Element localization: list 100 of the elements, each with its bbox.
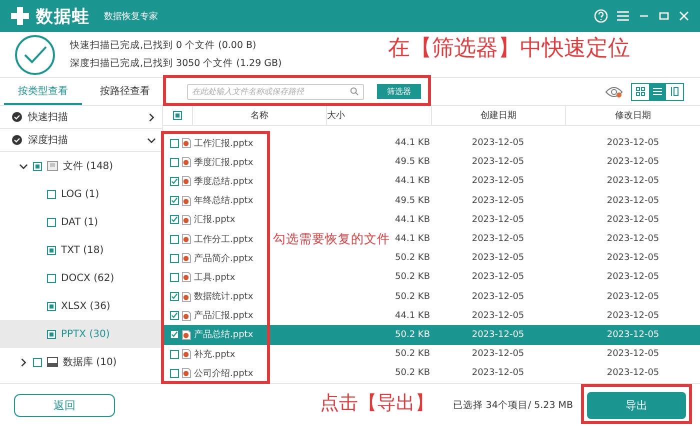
presentation-file-icon xyxy=(182,138,191,148)
file-size: 50.2 KB xyxy=(394,253,430,264)
tree-item[interactable]: LOG (1) xyxy=(0,180,162,208)
checkbox[interactable] xyxy=(170,311,179,320)
presentation-file-icon xyxy=(182,214,191,225)
modified-date: 2023-12-05 xyxy=(606,157,660,168)
checkbox[interactable] xyxy=(170,158,179,167)
close-icon[interactable] xyxy=(678,10,690,22)
tree-label: DAT (1) xyxy=(61,216,98,228)
modified-date: 2023-12-05 xyxy=(606,253,660,264)
checkbox[interactable] xyxy=(170,292,179,302)
modified-date: 2023-12-05 xyxy=(606,310,660,321)
file-name: 工作分工.pptx xyxy=(194,234,254,246)
created-date: 2023-12-05 xyxy=(470,272,526,282)
file-name: 汇报.pptx xyxy=(194,214,236,226)
file-name: 季度汇报.pptx xyxy=(194,156,254,169)
tree-label: LOG (1) xyxy=(61,188,100,200)
file-name: 产品汇报.pptx xyxy=(194,310,254,322)
checkbox[interactable] xyxy=(33,162,42,170)
checkbox[interactable] xyxy=(47,246,56,254)
checkbox[interactable] xyxy=(170,350,179,359)
collapse-icon[interactable] xyxy=(19,162,28,170)
help-icon[interactable] xyxy=(594,9,608,23)
scan-status-text: 快速扫描已完成,已找到 0 个文件 (0.00 B) xyxy=(70,39,258,52)
expand-icon[interactable] xyxy=(19,358,28,366)
presentation-file-icon xyxy=(182,368,191,378)
file-name: 工具.pptx xyxy=(194,272,236,284)
created-date: 2023-12-05 xyxy=(470,330,526,340)
checkbox[interactable] xyxy=(170,138,179,148)
modified-date: 2023-12-05 xyxy=(606,330,660,340)
tree-item[interactable]: XLSX (36) xyxy=(0,292,162,320)
eye-icon[interactable] xyxy=(605,86,623,98)
menu-icon[interactable] xyxy=(616,10,630,22)
tree-label: XLSX (36) xyxy=(61,300,110,312)
view-tab[interactable]: 按路径查看 xyxy=(86,78,164,105)
file-size: 50.2 KB xyxy=(394,330,430,340)
column-header[interactable]: 修改日期 xyxy=(566,106,700,125)
tree-item[interactable]: DAT (1) xyxy=(0,208,162,236)
checkbox[interactable] xyxy=(47,218,56,226)
select-all-checkbox[interactable] xyxy=(173,110,182,120)
checkbox[interactable] xyxy=(170,330,179,340)
scan-item[interactable]: 深度扫描 xyxy=(0,129,162,152)
presentation-file-icon xyxy=(182,349,191,360)
view-tab[interactable]: 按类型查看 xyxy=(4,78,82,105)
checkbox[interactable] xyxy=(170,234,179,244)
view-mode-button[interactable] xyxy=(649,84,666,100)
checkbox[interactable] xyxy=(170,176,179,186)
presentation-file-icon xyxy=(182,272,191,282)
list-icon xyxy=(653,87,662,96)
modified-date: 2023-12-05 xyxy=(606,349,660,360)
presentation-file-icon xyxy=(182,234,191,244)
maximize-icon[interactable] xyxy=(658,10,670,22)
tree-item[interactable]: TXT (18) xyxy=(0,236,162,264)
expand-icon[interactable] xyxy=(147,112,156,122)
filter-button[interactable]: 筛选器 xyxy=(377,84,421,99)
selection-info: 已选择 34个项目/ 5.23 MB xyxy=(452,398,573,412)
check-circle-icon xyxy=(14,34,56,76)
panel-icon xyxy=(670,87,679,96)
scan-item[interactable]: 快速扫描 xyxy=(0,106,162,129)
tree-label: PPTX (30) xyxy=(61,328,110,340)
column-header[interactable]: 创建日期 xyxy=(432,106,566,125)
column-header[interactable]: 大小 xyxy=(327,106,432,125)
folder-icon xyxy=(47,161,58,171)
checkbox[interactable] xyxy=(170,272,179,282)
checkbox[interactable] xyxy=(170,254,179,263)
tree-label: DOCX (62) xyxy=(61,272,114,284)
modified-date: 2023-12-05 xyxy=(606,196,660,206)
file-name: 补充.pptx xyxy=(194,348,236,361)
checkbox[interactable] xyxy=(47,330,56,338)
checkbox[interactable] xyxy=(170,368,179,378)
modified-date: 2023-12-05 xyxy=(606,368,660,378)
export-button[interactable]: 导出 xyxy=(587,392,686,418)
plus-logo-icon xyxy=(10,6,30,26)
created-date: 2023-12-05 xyxy=(470,368,526,378)
created-date: 2023-12-05 xyxy=(470,176,526,186)
file-size: 49.5 KB xyxy=(394,157,430,168)
created-date: 2023-12-05 xyxy=(470,253,526,264)
collapse-icon[interactable] xyxy=(147,136,156,144)
checkbox[interactable] xyxy=(170,196,179,206)
checkbox[interactable] xyxy=(47,190,56,198)
app-subtitle: 数据恢复专家 xyxy=(104,10,158,22)
file-size: 50.2 KB xyxy=(394,292,430,302)
back-button[interactable]: 返回 xyxy=(14,394,115,416)
tree-item[interactable]: 文件 (148) xyxy=(0,152,162,180)
checkbox[interactable] xyxy=(47,274,56,282)
checkbox[interactable] xyxy=(170,215,179,224)
tree-item[interactable]: DOCX (62) xyxy=(0,264,162,292)
presentation-file-icon xyxy=(182,157,191,168)
search-icon[interactable] xyxy=(350,87,359,96)
file-size: 44.1 KB xyxy=(394,176,430,186)
modified-date: 2023-12-05 xyxy=(606,138,660,148)
file-name: 年终总结.pptx xyxy=(194,194,254,208)
file-size: 44.1 KB xyxy=(394,310,430,321)
checkbox[interactable] xyxy=(33,358,42,366)
checkbox[interactable] xyxy=(47,302,56,310)
tree-item[interactable]: 数据库 (10) xyxy=(0,348,162,376)
file-size: 49.5 KB xyxy=(394,196,430,206)
search-field[interactable]: 在此处输入文件名称或保存路径 xyxy=(187,84,364,100)
presentation-file-icon xyxy=(182,253,191,264)
column-header[interactable]: 名称 xyxy=(193,106,327,125)
